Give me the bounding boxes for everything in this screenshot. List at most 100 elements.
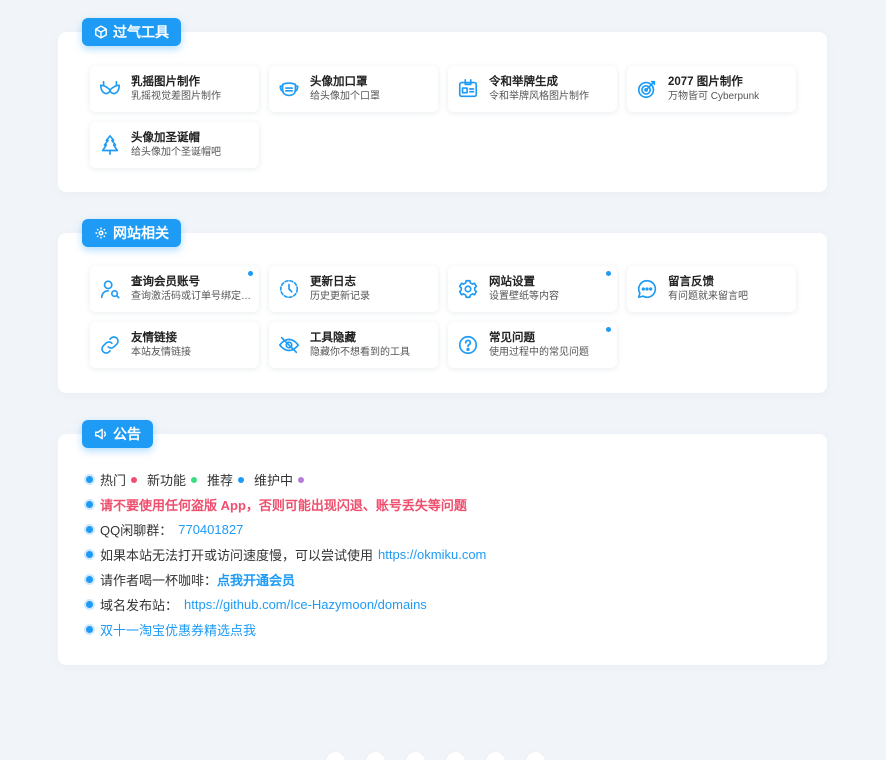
tool-desc: 令和举牌风格图片制作 xyxy=(489,90,589,102)
notice-warning: 请不要使用任何盗版 App，否则可能出现闪退、账号丢失等问题 xyxy=(86,495,467,514)
id-card-icon xyxy=(456,77,480,101)
mirror-text: 如果本站无法打开或访问速度慢，可以尝试使用 xyxy=(100,548,374,563)
gear-icon xyxy=(95,227,107,239)
site-item-faq[interactable]: 常见问题 使用过程中的常见问题 xyxy=(448,322,617,368)
site-item-member-query[interactable]: 查询会员账号 查询激活码或订单号绑定的账号 xyxy=(90,266,259,312)
footer-icon-button[interactable] xyxy=(406,752,425,760)
clock-icon xyxy=(277,277,301,301)
site-item-changelog[interactable]: 更新日志 历史更新记录 xyxy=(269,266,438,312)
domain-link[interactable]: https://github.com/Ice-Hazymoon/domains xyxy=(184,597,427,612)
gear-icon xyxy=(456,277,480,301)
warning-text: 请不要使用任何盗版 App，否则可能出现闪退、账号丢失等问题 xyxy=(100,498,467,513)
tool-item-bra[interactable]: 乳摇图片制作 乳摇视觉差图片制作 xyxy=(90,66,259,112)
tool-title: 令和举牌生成 xyxy=(489,75,558,88)
footer-icon-button[interactable] xyxy=(326,752,345,760)
bullet xyxy=(86,626,93,633)
tool-item-mask[interactable]: 头像加口罩 给头像加个口罩 xyxy=(269,66,438,112)
tool-title: 2077 图片制作 xyxy=(668,75,743,88)
notice-domain: 域名发布站： https://github.com/Ice-Hazymoon/d… xyxy=(86,595,427,614)
tool-title: 乳摇图片制作 xyxy=(131,75,200,88)
tool-title: 查询会员账号 xyxy=(131,275,200,288)
tool-item-christmas-hat[interactable]: 头像加圣诞帽 给头像加个圣诞帽吧 xyxy=(90,122,259,168)
tool-title: 工具隐藏 xyxy=(310,331,356,344)
tool-desc: 查询激活码或订单号绑定的账号 xyxy=(131,290,259,302)
legend-recommend-dot xyxy=(238,476,245,483)
tool-title: 头像加口罩 xyxy=(310,75,368,88)
site-section-title: 网站相关 xyxy=(113,225,169,241)
domain-label: 域名发布站： xyxy=(100,598,179,613)
cube-icon xyxy=(95,25,107,39)
tool-item-reiwa[interactable]: 令和举牌生成 令和举牌风格图片制作 xyxy=(448,66,617,112)
site-card: 查询会员账号 查询激活码或订单号绑定的账号 更新日志 历史更新记录 网站设置 设… xyxy=(58,233,827,393)
bullet xyxy=(86,601,93,608)
bullet xyxy=(86,551,93,558)
bullet xyxy=(86,576,93,583)
tool-item-2077[interactable]: 2077 图片制作 万物皆可 Cyberpunk xyxy=(627,66,796,112)
site-section: 网站相关 查询会员账号 查询激活码或订单号绑定的账号 更新日志 历史更新记录 网… xyxy=(58,219,827,394)
tool-desc: 历史更新记录 xyxy=(310,290,370,302)
question-icon xyxy=(456,333,480,357)
tools-card: 乳摇图片制作 乳摇视觉差图片制作 头像加口罩 给头像加个口罩 令和举牌生成 令和… xyxy=(58,32,827,192)
link-icon xyxy=(98,333,122,357)
tool-title: 友情链接 xyxy=(131,331,177,344)
bra-icon xyxy=(98,77,122,101)
taobao-link[interactable]: 双十一淘宝优惠券精选点我 xyxy=(100,620,256,639)
tools-section-title: 过气工具 xyxy=(113,24,169,40)
tool-title: 网站设置 xyxy=(489,275,535,288)
site-section-tag: 网站相关 xyxy=(82,219,181,247)
tool-desc: 给头像加个圣诞帽吧 xyxy=(131,146,221,158)
recommend-dot xyxy=(606,327,611,332)
tool-desc: 使用过程中的常见问题 xyxy=(489,346,589,358)
notice-section-title: 公告 xyxy=(113,426,141,442)
mirror-link[interactable]: https://okmiku.com xyxy=(378,547,486,562)
tool-title: 更新日志 xyxy=(310,275,356,288)
eye-off-icon xyxy=(277,333,301,357)
bullet xyxy=(86,526,93,533)
site-item-settings[interactable]: 网站设置 设置壁纸等内容 xyxy=(448,266,617,312)
tools-section-tag: 过气工具 xyxy=(82,18,181,46)
target-icon xyxy=(635,77,659,101)
recommend-dot xyxy=(606,271,611,276)
user-search-icon xyxy=(98,277,122,301)
coffee-text: 请作者喝一杯咖啡： xyxy=(100,573,218,588)
christmas-tree-icon xyxy=(98,133,122,157)
qq-group-link[interactable]: 770401827 xyxy=(178,522,243,537)
bullet xyxy=(86,501,93,508)
notice-coffee: 请作者喝一杯咖啡： 点我开通会员 xyxy=(86,570,295,589)
site-item-feedback[interactable]: 留言反馈 有问题就来留言吧 xyxy=(627,266,796,312)
tool-title: 常见问题 xyxy=(489,331,535,344)
notice-mirror: 如果本站无法打开或访问速度慢，可以尝试使用 https://okmiku.com xyxy=(86,545,486,564)
footer-icon-button[interactable] xyxy=(526,752,545,760)
tool-desc: 有问题就来留言吧 xyxy=(668,290,748,302)
tools-section: 过气工具 乳摇图片制作 乳摇视觉差图片制作 头像加口罩 给头像加个口罩 令和举牌… xyxy=(58,18,827,193)
tool-desc: 万物皆可 Cyberpunk xyxy=(668,90,760,102)
footer-icon-button[interactable] xyxy=(446,752,465,760)
megaphone-icon xyxy=(95,428,107,440)
notice-taobao: 双十一淘宝优惠券精选点我 xyxy=(86,620,256,639)
membership-link[interactable]: 点我开通会员 xyxy=(217,570,295,589)
legend-recommend: 推荐 xyxy=(207,473,234,488)
tool-desc: 乳摇视觉差图片制作 xyxy=(131,90,221,102)
notice-section: 公告 热门 新功能 推荐 维护中 请不要使用任何盗版 App，否则可能出现闪退、… xyxy=(58,420,827,666)
recommend-dot xyxy=(248,271,253,276)
qq-label: QQ闲聊群： xyxy=(100,523,173,538)
tool-desc: 给头像加个口罩 xyxy=(310,90,380,102)
bullet xyxy=(86,476,93,483)
legend-new: 新功能 xyxy=(147,473,187,488)
chat-icon xyxy=(635,277,659,301)
footer-icon-button[interactable] xyxy=(366,752,385,760)
legend-hot: 热门 xyxy=(100,473,127,488)
legend-hot-dot xyxy=(131,476,138,483)
footer-social-icons xyxy=(326,752,545,760)
notice-section-tag: 公告 xyxy=(82,420,153,448)
legend-new-dot xyxy=(191,476,198,483)
tool-desc: 设置壁纸等内容 xyxy=(489,290,559,302)
mask-icon xyxy=(277,77,301,101)
footer-icon-button[interactable] xyxy=(486,752,505,760)
notice-qq: QQ闲聊群： 770401827 xyxy=(86,520,243,539)
notice-card: 热门 新功能 推荐 维护中 请不要使用任何盗版 App，否则可能出现闪退、账号丢… xyxy=(58,434,827,665)
notice-legend: 热门 新功能 推荐 维护中 xyxy=(86,470,314,489)
site-item-hide-tools[interactable]: 工具隐藏 隐藏你不想看到的工具 xyxy=(269,322,438,368)
site-item-friend-links[interactable]: 友情链接 本站友情链接 xyxy=(90,322,259,368)
tool-desc: 隐藏你不想看到的工具 xyxy=(310,346,410,358)
